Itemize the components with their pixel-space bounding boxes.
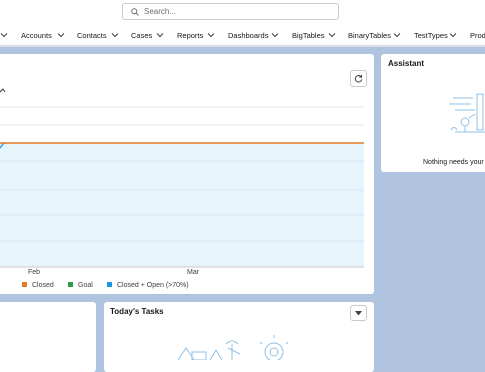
chevron-down-icon[interactable] <box>207 32 215 38</box>
legend-label: Goal <box>78 282 93 289</box>
x-tick-label: Mar <box>187 269 200 276</box>
closed-open-area <box>0 143 364 267</box>
app-navigation-bar: Accounts Contacts Cases Reports Dashboar… <box>0 26 485 47</box>
nav-item-binarytables[interactable]: BinaryTables <box>348 31 391 40</box>
collapsed-series-mark <box>0 88 6 93</box>
chevron-down-icon <box>355 311 362 316</box>
tasks-menu-button[interactable] <box>350 305 367 321</box>
chevron-down-icon[interactable] <box>271 32 279 38</box>
assistant-illustration-icon <box>449 93 485 133</box>
global-header: Search... <box>0 0 485 26</box>
nav-item-prod[interactable]: Prod <box>470 31 485 40</box>
pipeline-chart <box>0 88 364 268</box>
nav-item-accounts[interactable]: Accounts <box>21 31 52 40</box>
refresh-button[interactable] <box>350 70 367 87</box>
legend-item-closed: Closed <box>22 282 54 289</box>
nav-item-cases[interactable]: Cases <box>131 31 152 40</box>
nav-item-dashboards[interactable]: Dashboards <box>228 31 268 40</box>
chevron-down-icon[interactable] <box>0 32 8 38</box>
bottom-left-card <box>0 302 96 372</box>
legend-swatch-closed <box>22 282 27 287</box>
legend-item-closed-open: Closed + Open (>70%) <box>107 282 189 289</box>
nav-item-contacts[interactable]: Contacts <box>77 31 107 40</box>
nav-item-reports[interactable]: Reports <box>177 31 203 40</box>
search-placeholder: Search... <box>144 7 177 16</box>
refresh-icon <box>354 74 363 83</box>
legend-swatch-closed-open <box>107 282 112 287</box>
nav-item-bigtables[interactable]: BigTables <box>292 31 325 40</box>
legend-label: Closed + Open (>70%) <box>117 282 189 289</box>
chevron-down-icon[interactable] <box>449 32 457 38</box>
chevron-down-icon[interactable] <box>393 32 401 38</box>
global-search-box[interactable]: Search... <box>122 3 339 20</box>
chevron-down-icon[interactable] <box>328 32 336 38</box>
assistant-title: Assistant <box>388 59 425 68</box>
todays-tasks-title: Today's Tasks <box>110 307 164 316</box>
tasks-illustration-icon <box>177 335 289 360</box>
chevron-down-icon[interactable] <box>156 32 164 38</box>
x-tick-label: Feb <box>28 269 41 276</box>
chevron-down-icon[interactable] <box>57 32 65 38</box>
legend-swatch-goal <box>68 282 73 287</box>
nav-item-testtypes[interactable]: TestTypes <box>414 31 448 40</box>
assistant-message: Nothing needs your <box>423 159 484 166</box>
chevron-down-icon[interactable] <box>111 32 119 38</box>
legend-label: Closed <box>32 282 54 289</box>
search-icon <box>131 8 139 16</box>
legend-item-goal: Goal <box>68 282 93 289</box>
